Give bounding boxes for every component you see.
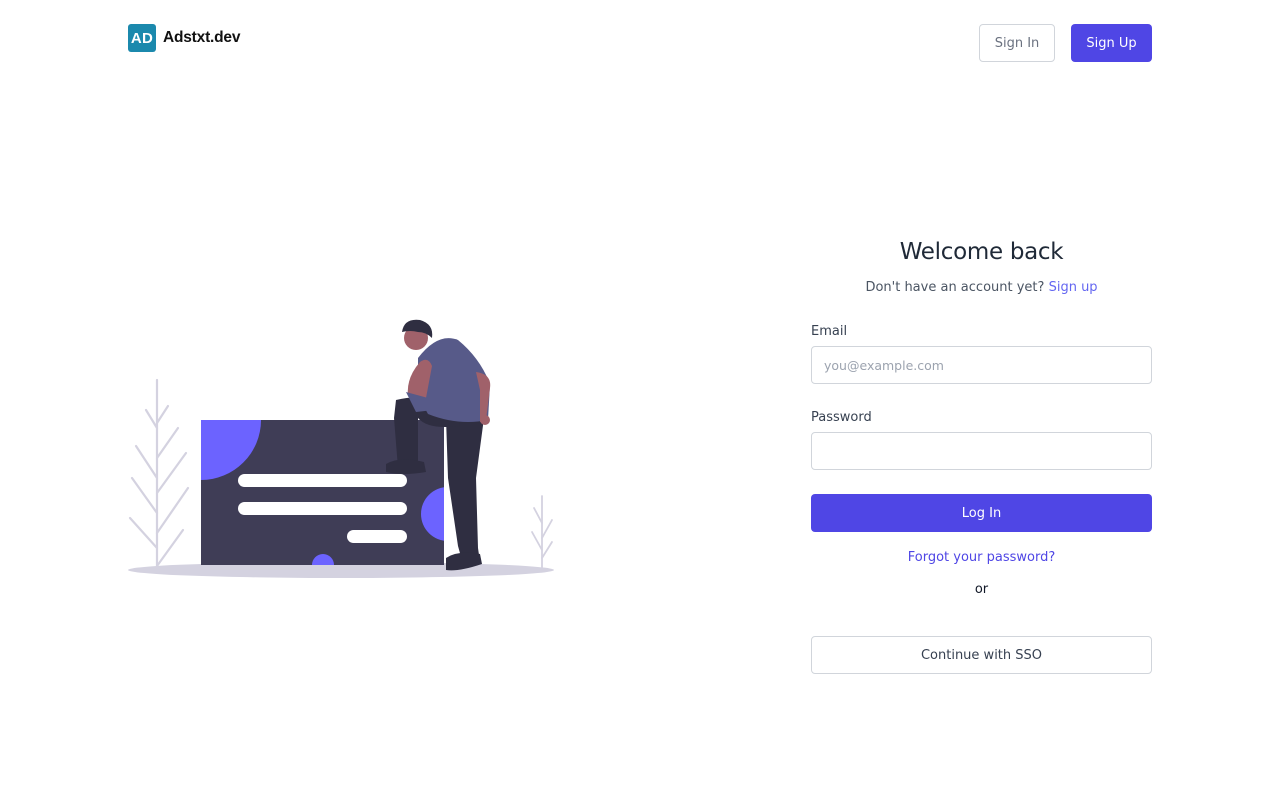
signup-link[interactable]: Sign up (1049, 280, 1098, 295)
card-line-3 (347, 530, 407, 543)
signup-prompt-text: Don't have an account yet? (865, 280, 1045, 295)
page-title: Welcome back (899, 239, 1064, 265)
top-header: AD Adstxt.dev Sign In Sign Up (0, 0, 1280, 86)
logo[interactable]: AD Adstxt.dev (128, 24, 240, 52)
logo-mark: AD (128, 24, 156, 52)
or-divider: or (974, 582, 989, 597)
left-plant-icon (128, 378, 190, 570)
card-line-1 (238, 474, 407, 487)
sso-button[interactable]: Continue with SSO (811, 636, 1152, 674)
right-plant-icon (531, 495, 553, 569)
card-line-2 (238, 502, 407, 515)
sign-in-button[interactable]: Sign In (979, 24, 1055, 62)
login-button[interactable]: Log In (811, 494, 1152, 532)
signup-prompt: Don't have an account yet? Sign up (811, 280, 1152, 295)
login-illustration (128, 318, 554, 580)
forgot-password-link[interactable]: Forgot your password? (811, 550, 1152, 565)
email-label: Email (811, 324, 848, 339)
logo-text: Adstxt.dev (163, 29, 241, 46)
password-field[interactable] (811, 432, 1152, 470)
password-label: Password (811, 410, 872, 425)
sign-up-button[interactable]: Sign Up (1071, 24, 1152, 62)
email-field[interactable] (811, 346, 1152, 384)
